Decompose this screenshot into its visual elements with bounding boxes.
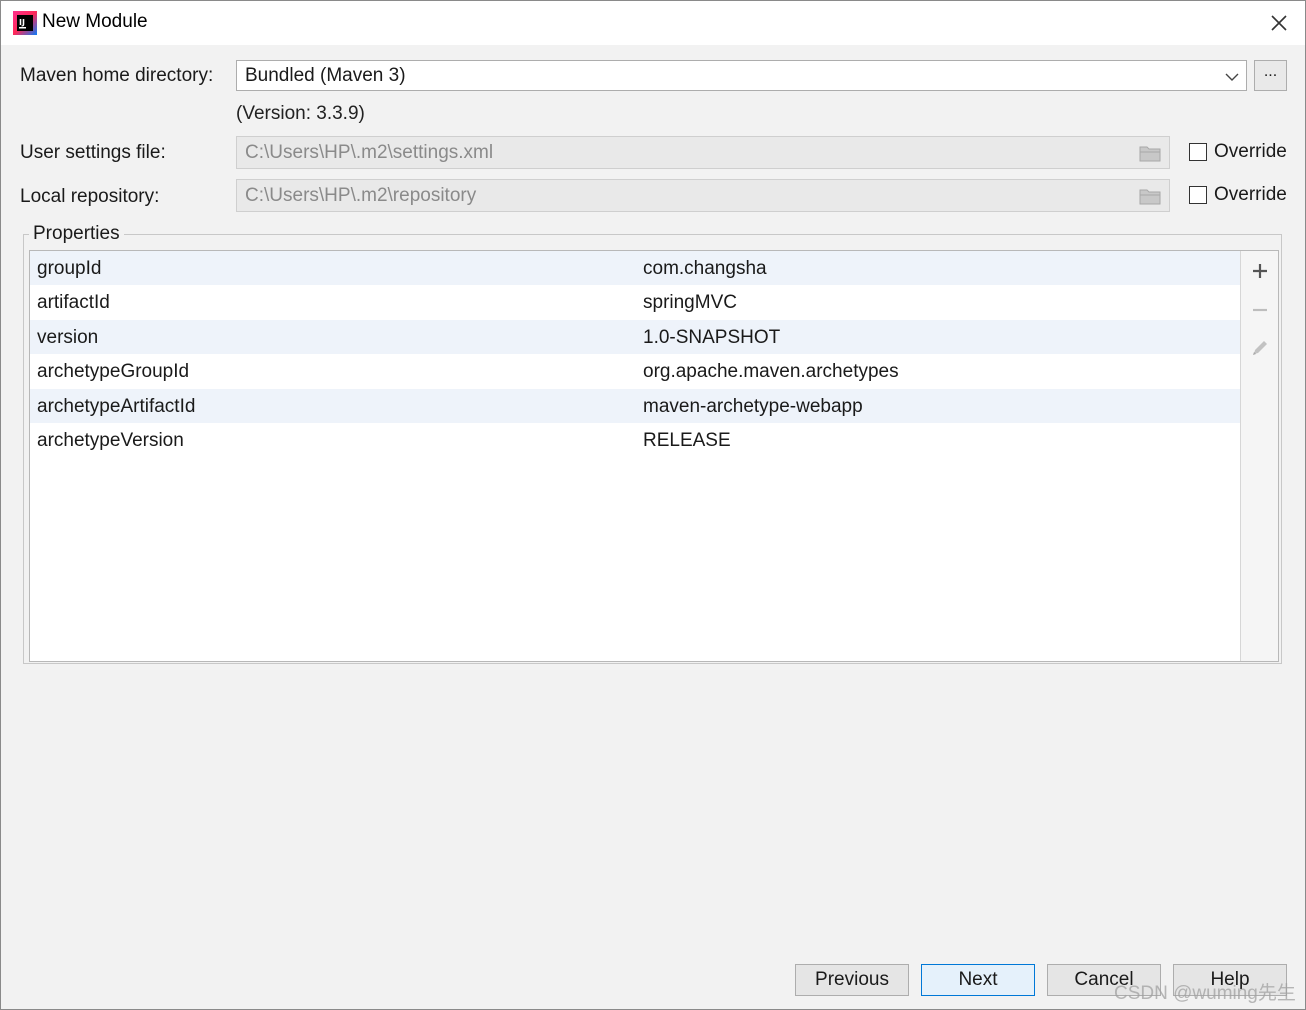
local-repository-field: C:\Users\HP\.m2\repository (236, 179, 1170, 212)
maven-home-select[interactable]: Bundled (Maven 3) (236, 60, 1247, 91)
maven-home-browse-button[interactable]: ... (1254, 60, 1287, 91)
local-repository-override-label: Override (1214, 184, 1287, 205)
chevron-down-icon (1225, 73, 1239, 81)
table-row[interactable]: archetypeVersion RELEASE (30, 423, 1241, 457)
property-value: springMVC (643, 292, 737, 314)
title-bar: IJ New Module (1, 1, 1305, 45)
cancel-button[interactable]: Cancel (1047, 964, 1161, 996)
properties-legend: Properties (29, 223, 124, 245)
property-value: maven-archetype-webapp (643, 395, 863, 417)
user-settings-override-checkbox[interactable] (1189, 143, 1207, 161)
table-row[interactable]: archetypeGroupId org.apache.maven.archet… (30, 354, 1241, 388)
local-repository-override-checkbox[interactable] (1189, 186, 1207, 204)
property-key: archetypeGroupId (37, 361, 190, 383)
properties-table: groupId com.changsha artifactId springMV… (29, 250, 1279, 662)
user-settings-field: C:\Users\HP\.m2\settings.xml (236, 136, 1170, 169)
svg-text:IJ: IJ (19, 18, 25, 27)
folder-icon (1139, 189, 1161, 205)
table-row[interactable]: groupId com.changsha (30, 251, 1241, 286)
edit-icon[interactable] (1250, 338, 1270, 358)
user-settings-label: User settings file: (20, 142, 166, 163)
folder-icon (1139, 146, 1161, 162)
property-key: archetypeVersion (37, 429, 184, 451)
window-title: New Module (42, 11, 148, 32)
close-icon[interactable] (1267, 11, 1291, 35)
property-value: org.apache.maven.archetypes (643, 361, 899, 383)
property-key: version (37, 326, 99, 348)
help-button[interactable]: Help (1173, 964, 1287, 996)
previous-button[interactable]: Previous (795, 964, 909, 996)
property-value: RELEASE (643, 429, 731, 451)
maven-home-value: Bundled (Maven 3) (245, 65, 406, 86)
next-button[interactable]: Next (921, 964, 1035, 996)
local-repository-value: C:\Users\HP\.m2\repository (245, 185, 477, 206)
properties-toolbar (1240, 251, 1278, 661)
table-row[interactable]: artifactId springMVC (30, 285, 1241, 319)
user-settings-override-label: Override (1214, 141, 1287, 162)
local-repository-label: Local repository: (20, 186, 160, 207)
intellij-app-icon: IJ (13, 11, 37, 35)
user-settings-value: C:\Users\HP\.m2\settings.xml (245, 142, 494, 163)
plus-icon[interactable] (1250, 261, 1270, 281)
property-value: 1.0-SNAPSHOT (643, 326, 781, 348)
property-value: com.changsha (643, 258, 767, 279)
maven-version-text: (Version: 3.3.9) (236, 103, 365, 124)
new-module-dialog: IJ New Module Maven home directory: Bund… (0, 0, 1306, 1010)
minus-icon[interactable] (1250, 300, 1270, 320)
table-row[interactable]: archetypeArtifactId maven-archetype-weba… (30, 388, 1241, 423)
properties-rows: groupId com.changsha artifactId springMV… (30, 251, 1241, 457)
property-key: artifactId (37, 292, 110, 314)
property-key: groupId (37, 258, 102, 279)
table-row[interactable]: version 1.0-SNAPSHOT (30, 319, 1241, 355)
property-key: archetypeArtifactId (37, 395, 196, 417)
maven-home-label: Maven home directory: (20, 65, 214, 86)
